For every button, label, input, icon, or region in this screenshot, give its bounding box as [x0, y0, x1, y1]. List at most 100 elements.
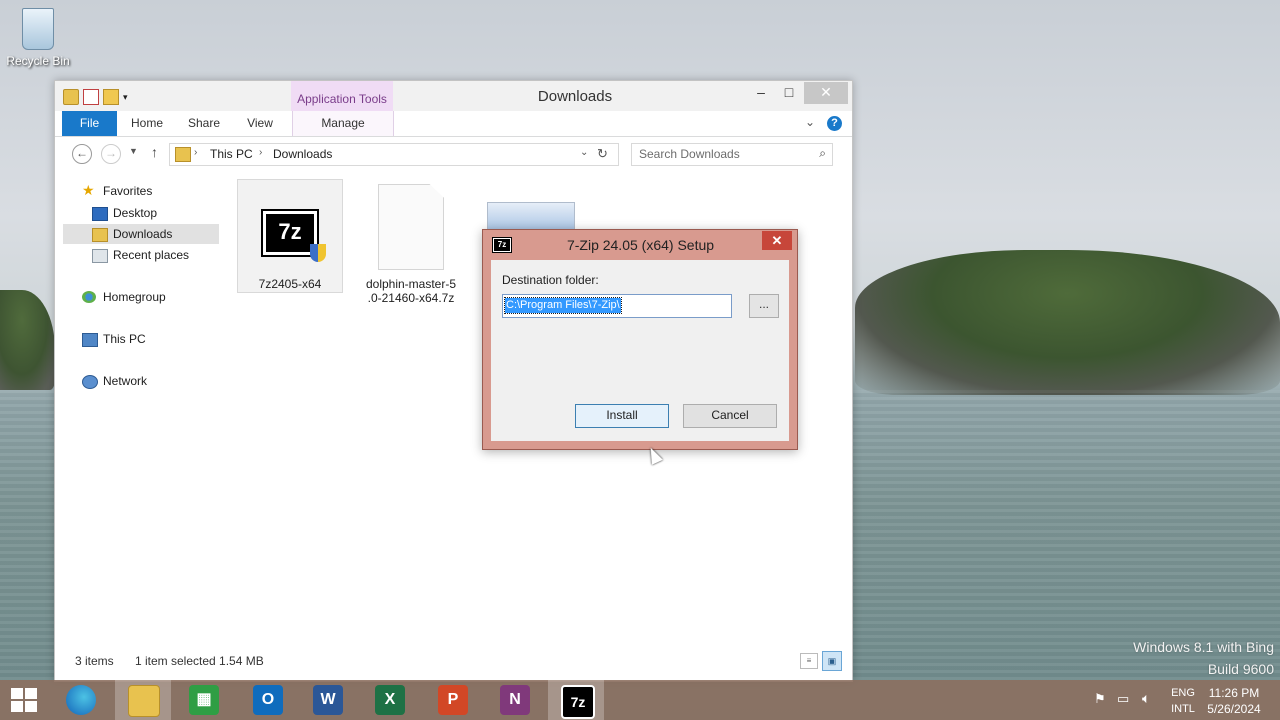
destination-folder-value: C:\Program Files\7-Zip\	[504, 297, 622, 314]
nav-item-this-pc[interactable]: This PC	[63, 329, 219, 349]
tab-share[interactable]: Share	[179, 111, 229, 136]
help-icon[interactable]: ?	[827, 116, 842, 131]
breadcrumb-this-pc[interactable]: This PC	[210, 147, 253, 161]
uac-shield-icon	[310, 244, 326, 262]
taskbar-7zip[interactable]: 7z	[548, 680, 604, 720]
lang-line1: ENG	[1171, 687, 1195, 699]
nav-item-homegroup[interactable]: Homegroup	[63, 287, 219, 307]
breadcrumb-separator-icon[interactable]: ›	[259, 147, 262, 158]
install-button[interactable]: Install	[575, 404, 669, 428]
browse-button[interactable]: ...	[749, 294, 779, 318]
nav-label: Recent places	[113, 248, 190, 262]
outlook-icon: O	[253, 685, 283, 715]
quick-access-toolbar: ▾	[63, 89, 133, 105]
address-bar[interactable]: › This PC › Downloads ⌄	[169, 143, 619, 166]
tab-manage[interactable]: Manage	[292, 111, 394, 136]
taskbar-powerpoint[interactable]: P	[425, 680, 481, 720]
tab-home[interactable]: Home	[123, 111, 171, 136]
archive-file-icon	[378, 184, 444, 270]
tab-view[interactable]: View	[238, 111, 282, 136]
back-button[interactable]: ←	[72, 144, 92, 164]
large-icons-view-icon[interactable]: ▣	[822, 651, 842, 671]
ribbon-tabs: File Home Share View Manage ⌄ ?	[55, 111, 852, 137]
nav-item-favorites[interactable]: ★ Favorites	[63, 181, 219, 201]
desktop-icon	[92, 207, 108, 221]
clock[interactable]: 11:26 PM 5/26/2024	[1197, 685, 1271, 717]
file-item-partially-hidden[interactable]	[479, 202, 583, 232]
taskbar-excel[interactable]: X	[362, 680, 418, 720]
lang-line2: INTL	[1171, 703, 1195, 715]
onenote-icon: N	[500, 685, 530, 715]
nav-item-downloads[interactable]: Downloads	[63, 224, 219, 244]
item-count: 3 items	[75, 654, 114, 668]
window-title: Downloads	[537, 88, 613, 105]
search-icon[interactable]: ⌕	[819, 146, 826, 161]
desktop-scenery-left	[0, 290, 55, 390]
nav-item-desktop[interactable]: Desktop	[63, 203, 219, 223]
taskbar-outlook[interactable]: O	[240, 680, 296, 720]
downloads-folder-icon	[92, 228, 108, 242]
status-bar: 3 items 1 item selected 1.54 MB ≡ ▣	[55, 651, 852, 673]
file-item-7zip-installer[interactable]: 7z 7z2405-x64	[237, 179, 343, 293]
minimize-button[interactable]: –	[747, 82, 775, 104]
tab-file[interactable]: File	[62, 111, 117, 136]
watermark-line2: Build 9600	[1207, 661, 1274, 677]
nav-item-recent-places[interactable]: Recent places	[63, 245, 219, 265]
refresh-icon[interactable]: ↻	[597, 146, 608, 162]
7zip-icon: 7z	[492, 237, 512, 253]
properties-icon[interactable]	[83, 89, 99, 105]
store-icon: ▦	[189, 685, 219, 715]
nav-label: Desktop	[113, 206, 158, 220]
details-view-icon[interactable]: ≡	[800, 653, 818, 669]
recycle-bin-shortcut[interactable]: Recycle Bin	[6, 8, 70, 68]
recent-locations-chevron-icon[interactable]: ▼	[129, 146, 138, 156]
desktop-scenery-right	[855, 250, 1280, 395]
word-icon: W	[313, 685, 343, 715]
nav-label: Network	[103, 374, 148, 388]
nav-item-network[interactable]: Network	[63, 371, 219, 391]
7zip-setup-dialog: 7z 7-Zip 24.05 (x64) Setup ✕ Destination…	[482, 229, 798, 450]
input-language-indicator[interactable]: ENG INTL	[1168, 685, 1198, 717]
close-button[interactable]: ✕	[804, 82, 848, 104]
network-icon	[82, 375, 98, 389]
taskbar-store[interactable]: ▦	[176, 680, 232, 720]
address-dropdown-chevron-icon[interactable]: ⌄	[580, 147, 588, 158]
nav-label: This PC	[103, 332, 146, 346]
taskbar-onenote[interactable]: N	[487, 680, 543, 720]
maximize-button[interactable]: □	[775, 82, 803, 104]
network-tray-icon[interactable]: ▭	[1117, 691, 1129, 707]
taskbar-edge[interactable]	[53, 680, 109, 720]
expand-ribbon-chevron-icon[interactable]: ⌄	[805, 115, 815, 129]
customize-qat-chevron-icon[interactable]: ▾	[123, 90, 133, 104]
destination-folder-label: Destination folder:	[502, 273, 599, 287]
search-input[interactable]	[632, 144, 809, 163]
powerpoint-icon: P	[438, 685, 468, 715]
taskbar-word[interactable]: W	[300, 680, 356, 720]
breadcrumb-downloads[interactable]: Downloads	[273, 147, 332, 161]
recent-places-icon	[92, 249, 108, 263]
7zip-installer-icon: 7z	[261, 209, 326, 262]
navigation-bar: ← → ▼ ↑ › This PC › Downloads ⌄ ↻ ⌕	[55, 137, 852, 171]
up-button[interactable]: ↑	[151, 144, 158, 160]
taskbar-file-explorer[interactable]	[115, 680, 171, 720]
title-bar[interactable]: ▾ Application Tools Downloads – □ ✕	[55, 81, 852, 111]
destination-folder-field[interactable]: C:\Program Files\7-Zip\	[502, 294, 732, 318]
action-center-flag-icon[interactable]: ⚑	[1094, 691, 1106, 707]
windows-watermark: Windows 8.1 with Bing Build 9600	[1133, 636, 1274, 680]
selection-info: 1 item selected 1.54 MB	[135, 654, 264, 668]
new-folder-icon[interactable]	[103, 89, 119, 105]
application-tools-label: Application Tools	[291, 81, 393, 111]
forward-button[interactable]: →	[101, 144, 121, 164]
breadcrumb-separator-icon[interactable]: ›	[194, 147, 197, 158]
search-box[interactable]: ⌕	[631, 143, 833, 166]
file-item-dolphin-archive[interactable]: dolphin-master-5 .0-21460-x64.7z	[359, 184, 463, 305]
file-name-line1: dolphin-master-5	[365, 277, 457, 291]
dialog-title: 7-Zip 24.05 (x64) Setup	[566, 237, 715, 253]
volume-icon[interactable]: 🔈︎	[1142, 690, 1150, 707]
cancel-button[interactable]: Cancel	[683, 404, 777, 428]
homegroup-icon	[82, 291, 96, 303]
nav-label: Homegroup	[103, 290, 166, 304]
dialog-close-button[interactable]: ✕	[762, 231, 792, 250]
start-button[interactable]	[11, 688, 37, 712]
edge-icon	[66, 685, 96, 715]
